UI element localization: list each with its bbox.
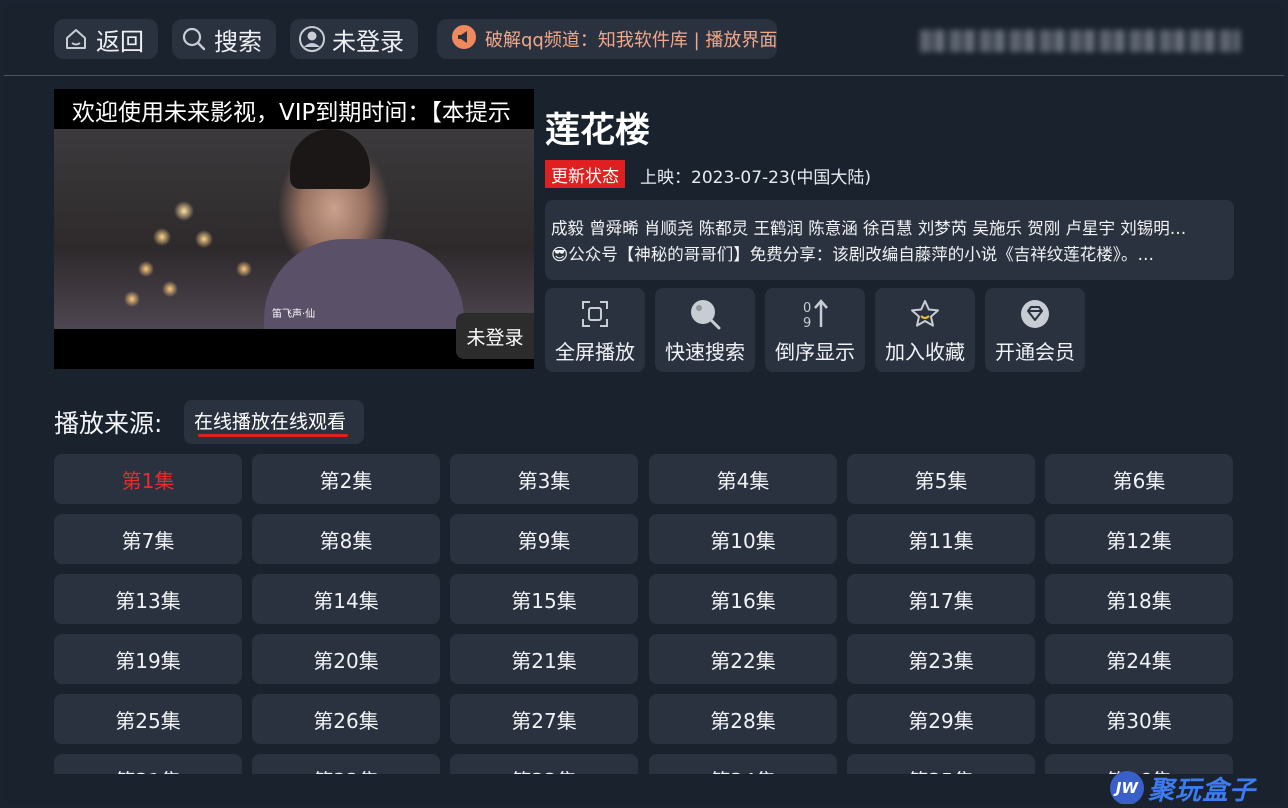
notice-banner[interactable]: 破解qq频道：知我软件库 | 播放界面 [437, 19, 777, 59]
watermark-logo: JW 聚玩盒子 [1110, 768, 1284, 804]
episode-button[interactable]: 第25集 [54, 694, 242, 744]
top-divider [4, 75, 1284, 76]
quick-search-label: 快速搜索 [665, 340, 745, 364]
intro-text: 😎公众号【神秘的哥哥们】免费分享：该剧改编自藤萍的小说《吉祥纹莲花楼》。… [551, 245, 1154, 264]
svg-text:9: 9 [803, 316, 811, 330]
source-tab-label: 在线播放在线观看 [194, 411, 347, 433]
episode-button[interactable]: 第26集 [252, 694, 440, 744]
cast-list: 成毅 曾舜晞 肖顺尧 陈都灵 王鹤润 陈意涵 徐百慧 刘梦芮 吴施乐 贺刚 卢星… [551, 219, 1187, 238]
reverse-order-label: 倒序显示 [775, 340, 855, 364]
episode-grid: 第1集 第2集 第3集 第4集 第5集 第6集 第7集 第8集 第9集 第10集 第11集 第12集第… [54, 454, 1234, 774]
release-info: 上映：2023-07-23(中国大陆) [640, 168, 872, 188]
episode-button[interactable]: 第10集 [649, 514, 837, 564]
vip-button[interactable]: 开通会员 [985, 288, 1085, 372]
episode-button[interactable]: 第6集 [1045, 454, 1233, 504]
episode-button[interactable]: 第33集 [450, 754, 638, 774]
episode-button[interactable]: 第30集 [1045, 694, 1233, 744]
episode-button[interactable]: 第23集 [847, 634, 1035, 684]
top-bar: 返回 搜索 未登录 破解qq频道：知我软件库 | 播放界面 [4, 4, 1284, 76]
episode-button[interactable]: 第11集 [847, 514, 1035, 564]
episode-button[interactable]: 第1集 [54, 454, 242, 504]
video-player[interactable]: 欢迎使用未来影视，VIP到期时间：【本提示 笛飞声·仙 未登录 [54, 89, 534, 369]
reverse-order-button[interactable]: 09 倒序显示 [765, 288, 865, 372]
episode-button[interactable]: 第3集 [450, 454, 638, 504]
player-login-badge[interactable]: 未登录 [456, 313, 534, 359]
fullscreen-button[interactable]: 全屏播放 [545, 288, 645, 372]
blurred-device-info [920, 30, 1240, 52]
episode-button[interactable]: 第12集 [1045, 514, 1233, 564]
watermark-text: 聚玩盒子 [1148, 775, 1257, 805]
source-tab-underline [198, 434, 348, 437]
episode-button[interactable]: 第35集 [847, 754, 1035, 774]
fullscreen-label: 全屏播放 [555, 340, 635, 364]
diamond-icon [1019, 298, 1051, 330]
jw-logo-icon: JW [1110, 771, 1144, 804]
episode-button[interactable]: 第16集 [649, 574, 837, 624]
home-icon [62, 25, 90, 53]
video-frame: 笛飞声·仙 [54, 129, 534, 329]
episode-button[interactable]: 第28集 [649, 694, 837, 744]
search-icon [689, 298, 721, 330]
episode-button[interactable]: 第14集 [252, 574, 440, 624]
episode-button[interactable]: 第18集 [1045, 574, 1233, 624]
episode-button[interactable]: 第22集 [649, 634, 837, 684]
sort-icon: 09 [799, 298, 831, 330]
notice-text: 破解qq频道：知我软件库 | 播放界面 [485, 30, 777, 51]
search-label: 搜索 [214, 27, 262, 56]
player-marquee: 欢迎使用未来影视，VIP到期时间：【本提示 [72, 100, 511, 126]
back-button[interactable]: 返回 [54, 19, 158, 59]
user-avatar-icon [298, 25, 326, 53]
description-panel[interactable]: 成毅 曾舜晞 肖顺尧 陈都灵 王鹤润 陈意涵 徐百慧 刘梦芮 吴施乐 贺刚 卢星… [545, 200, 1234, 280]
favorite-button[interactable]: 加入收藏 [875, 288, 975, 372]
episode-button[interactable]: 第31集 [54, 754, 242, 774]
search-icon [180, 25, 208, 53]
episode-button[interactable]: 第20集 [252, 634, 440, 684]
login-button[interactable]: 未登录 [290, 19, 418, 59]
episode-button[interactable]: 第7集 [54, 514, 242, 564]
episode-button[interactable]: 第2集 [252, 454, 440, 504]
fullscreen-icon [579, 298, 611, 330]
login-label: 未登录 [332, 27, 404, 56]
episode-button[interactable]: 第9集 [450, 514, 638, 564]
episode-button[interactable]: 第29集 [847, 694, 1035, 744]
megaphone-icon [451, 24, 477, 54]
video-figure-hair [290, 129, 370, 189]
back-label: 返回 [96, 27, 144, 56]
star-icon [909, 298, 941, 330]
source-tab-online[interactable]: 在线播放在线观看 [184, 400, 364, 444]
episode-button[interactable]: 第5集 [847, 454, 1035, 504]
episode-button[interactable]: 第27集 [450, 694, 638, 744]
search-button[interactable]: 搜索 [172, 19, 276, 59]
video-subtitle: 笛飞声·仙 [272, 309, 316, 320]
app-frame: 返回 搜索 未登录 破解qq频道：知我软件库 | 播放界面 欢迎使用未来影视，V… [4, 4, 1284, 804]
episode-button[interactable]: 第24集 [1045, 634, 1233, 684]
episode-button[interactable]: 第21集 [450, 634, 638, 684]
episode-button[interactable]: 第4集 [649, 454, 837, 504]
episode-button[interactable]: 第17集 [847, 574, 1035, 624]
episode-button[interactable]: 第32集 [252, 754, 440, 774]
episode-button[interactable]: 第8集 [252, 514, 440, 564]
favorite-label: 加入收藏 [885, 340, 965, 364]
source-label: 播放来源: [54, 409, 163, 438]
svg-text:0: 0 [803, 301, 811, 316]
status-badge: 更新状态 [545, 160, 625, 188]
episode-button[interactable]: 第34集 [649, 754, 837, 774]
episode-button[interactable]: 第15集 [450, 574, 638, 624]
episode-button[interactable]: 第19集 [54, 634, 242, 684]
quick-search-button[interactable]: 快速搜索 [655, 288, 755, 372]
show-title: 莲花楼 [545, 111, 651, 151]
vip-label: 开通会员 [995, 340, 1075, 364]
episode-button[interactable]: 第13集 [54, 574, 242, 624]
